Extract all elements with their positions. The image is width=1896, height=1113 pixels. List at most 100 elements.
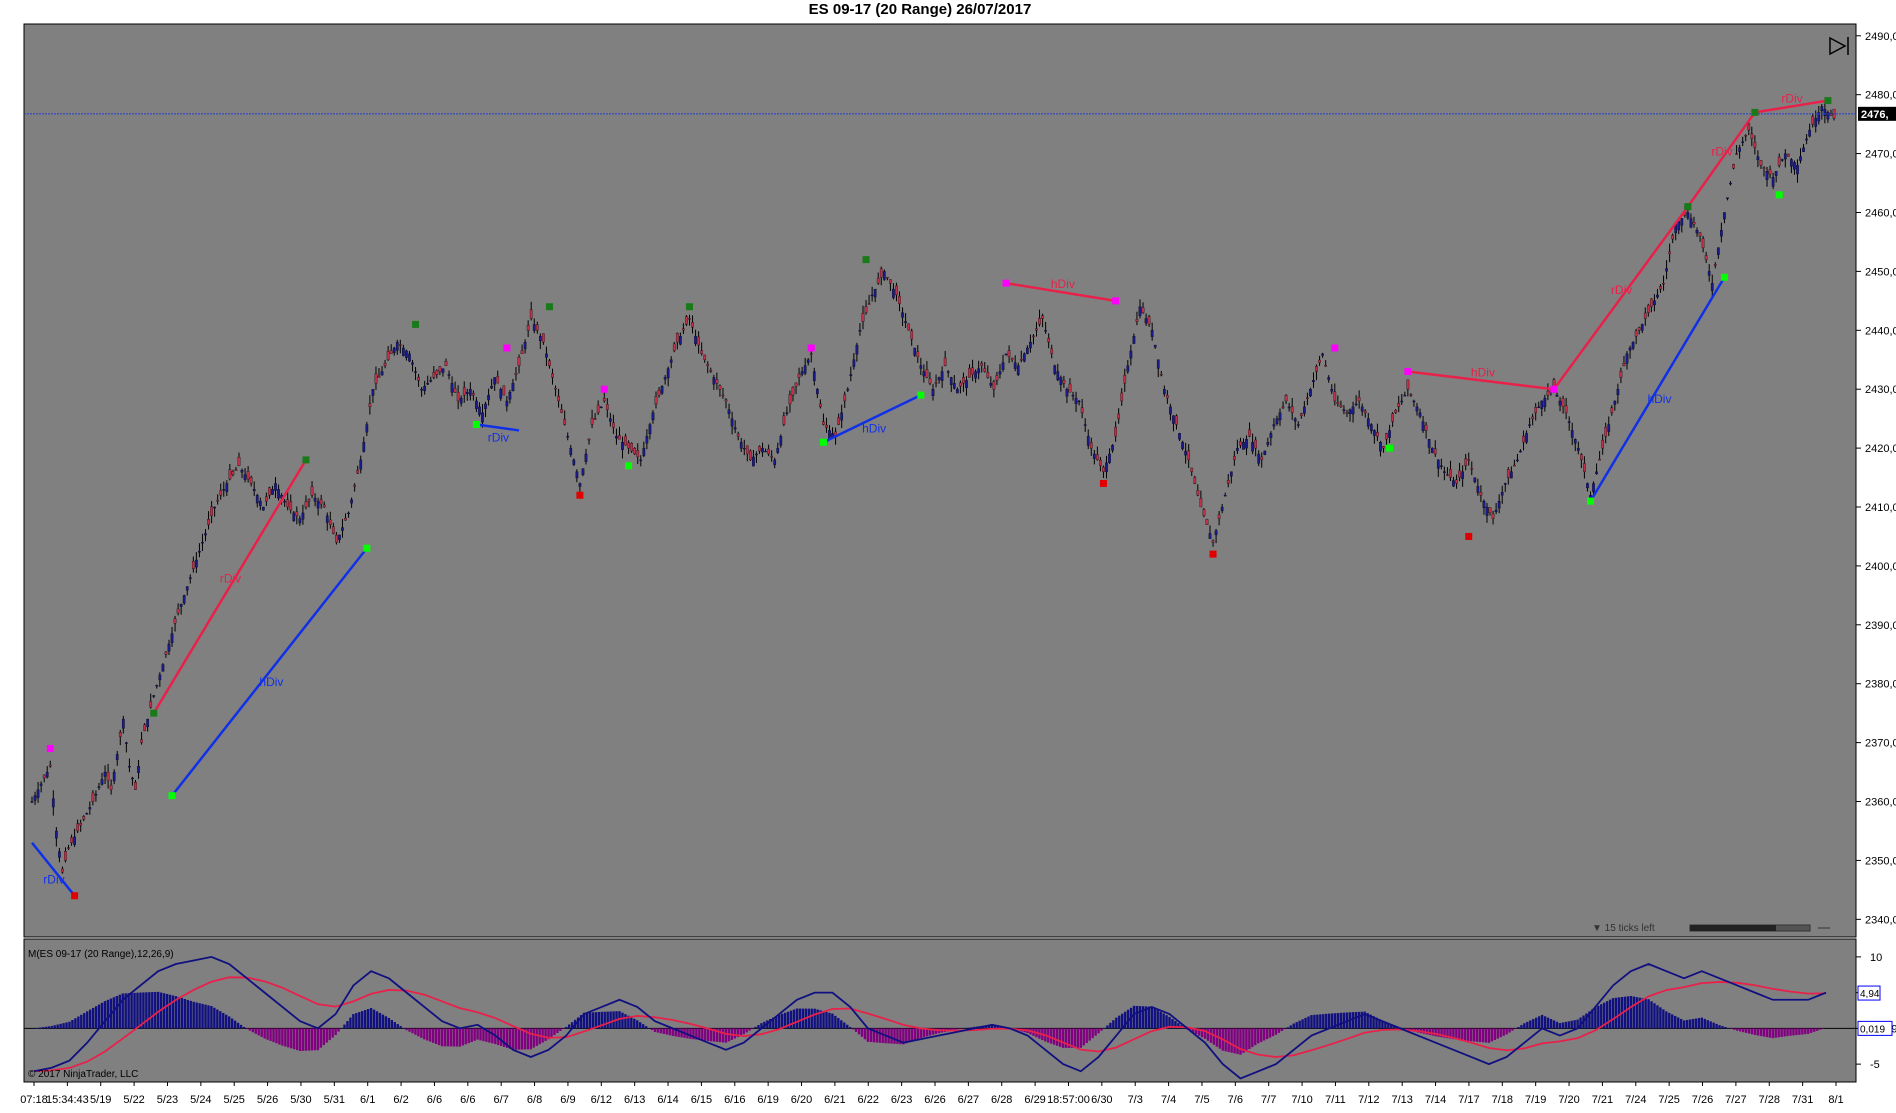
- candle-body: [380, 371, 384, 376]
- candle-body: [971, 367, 974, 375]
- macd-histogram-bar: [177, 997, 181, 1029]
- macd-histogram-bar: [284, 1028, 287, 1047]
- candle-body: [228, 469, 232, 480]
- macd-histogram-bar: [1262, 1028, 1266, 1041]
- x-tick-label: 7/21: [1592, 1094, 1613, 1106]
- candle-body: [185, 586, 189, 591]
- candle-body: [1260, 456, 1264, 461]
- x-tick-label: 6/20: [791, 1094, 812, 1106]
- candle-body: [764, 450, 767, 453]
- pivot-marker: [1720, 273, 1728, 281]
- macd-histogram-bar: [1626, 996, 1630, 1029]
- candle-body: [392, 347, 396, 353]
- candle-body: [1713, 264, 1717, 266]
- macd-histogram-bar: [1629, 996, 1633, 1029]
- candle-body: [800, 371, 804, 375]
- macd-histogram-bar: [1319, 1014, 1322, 1029]
- candle-body: [1105, 462, 1108, 473]
- candle-body: [1083, 424, 1087, 426]
- candle-body: [1299, 413, 1303, 416]
- candle-body: [666, 368, 670, 379]
- candle-body: [1269, 433, 1273, 438]
- candle-body: [654, 396, 658, 405]
- macd-histogram-bar: [1768, 1028, 1772, 1038]
- candle-body: [1403, 394, 1407, 397]
- candle-body: [359, 459, 363, 470]
- candle-body: [1348, 409, 1352, 415]
- candle-body: [493, 377, 497, 385]
- candle-body: [176, 608, 180, 614]
- x-tick-label: 7/28: [1759, 1094, 1780, 1106]
- x-tick-label: 7/7: [1261, 1094, 1276, 1106]
- candle-body: [1369, 424, 1373, 432]
- candle-body: [1202, 509, 1206, 516]
- candle-body: [1732, 164, 1735, 169]
- x-tick-label: 7/26: [1692, 1094, 1713, 1106]
- macd-histogram-bar: [1747, 1028, 1751, 1034]
- x-tick-label: 6/6: [427, 1094, 442, 1106]
- candle-body: [1147, 316, 1151, 325]
- macd-histogram-bar: [1697, 1018, 1701, 1029]
- candle-body: [968, 368, 971, 378]
- candle-body: [557, 396, 560, 402]
- x-tick-label: 18:57:00: [1047, 1094, 1090, 1106]
- candle-body: [1309, 389, 1312, 397]
- ticks-left-label: ▼ 15 ticks left: [1592, 923, 1655, 934]
- candle-body: [1625, 353, 1629, 364]
- macd-histogram-bar: [257, 1028, 260, 1036]
- candle-body: [1214, 530, 1218, 536]
- y-tick-label: 2460,00: [1865, 207, 1896, 219]
- candle-body: [560, 409, 563, 413]
- candle-body: [1479, 492, 1483, 496]
- divergence-label: rDiv: [488, 430, 509, 444]
- candle-body: [30, 801, 34, 803]
- x-tick-label: 7/27: [1725, 1094, 1746, 1106]
- candle-body: [1592, 483, 1595, 492]
- scrollbar-thumb[interactable]: [1690, 925, 1776, 931]
- macd-histogram-bar: [411, 1028, 414, 1034]
- y-tick-label: 2400,00: [1865, 561, 1896, 573]
- macd-histogram-bar: [1703, 1018, 1706, 1029]
- candle-body: [730, 418, 734, 427]
- macd-histogram-bar: [1478, 1028, 1482, 1043]
- candle-body: [1217, 514, 1221, 519]
- candle-body: [283, 500, 286, 503]
- macd-histogram-bar: [1076, 1028, 1080, 1048]
- candle-body: [1065, 389, 1069, 397]
- candle-body: [548, 360, 551, 366]
- candle-body: [88, 807, 92, 810]
- candle-body: [636, 450, 640, 458]
- macd-histogram-bar: [520, 1028, 524, 1050]
- candle-body: [481, 412, 484, 423]
- macd-histogram-bar: [458, 1028, 462, 1047]
- candle-body: [879, 268, 883, 278]
- macd-histogram-bar: [384, 1016, 388, 1029]
- candle-body: [295, 511, 299, 516]
- candle-body: [727, 409, 731, 414]
- pivot-marker: [1586, 497, 1594, 505]
- macd-histogram-bar: [227, 1016, 231, 1029]
- candle-body: [1735, 153, 1738, 155]
- divergence-label: rDiv: [1711, 144, 1732, 158]
- macd-histogram-bar: [1821, 1028, 1825, 1029]
- macd-histogram-bar: [1487, 1028, 1491, 1043]
- divergence-label: hDiv: [1051, 277, 1075, 291]
- candle-body: [1564, 405, 1568, 413]
- macd-histogram-bar: [919, 1028, 923, 1038]
- candle-body: [736, 433, 740, 437]
- macd-histogram-bar: [1052, 1028, 1056, 1045]
- candle-body: [1324, 365, 1328, 367]
- macd-histogram-bar: [476, 1028, 479, 1040]
- candle-body: [1184, 450, 1187, 456]
- macd-histogram-bar: [831, 1013, 834, 1029]
- candle-body: [1196, 490, 1200, 496]
- candle-body: [383, 363, 387, 366]
- candle-body: [773, 459, 777, 466]
- candle-body: [1117, 413, 1121, 419]
- pivot-marker: [1550, 385, 1558, 393]
- candle-body: [1205, 519, 1209, 525]
- candle-body: [465, 391, 469, 394]
- candle-body: [551, 373, 554, 378]
- candle-body: [1796, 165, 1799, 175]
- macd-histogram-bar: [35, 1027, 39, 1029]
